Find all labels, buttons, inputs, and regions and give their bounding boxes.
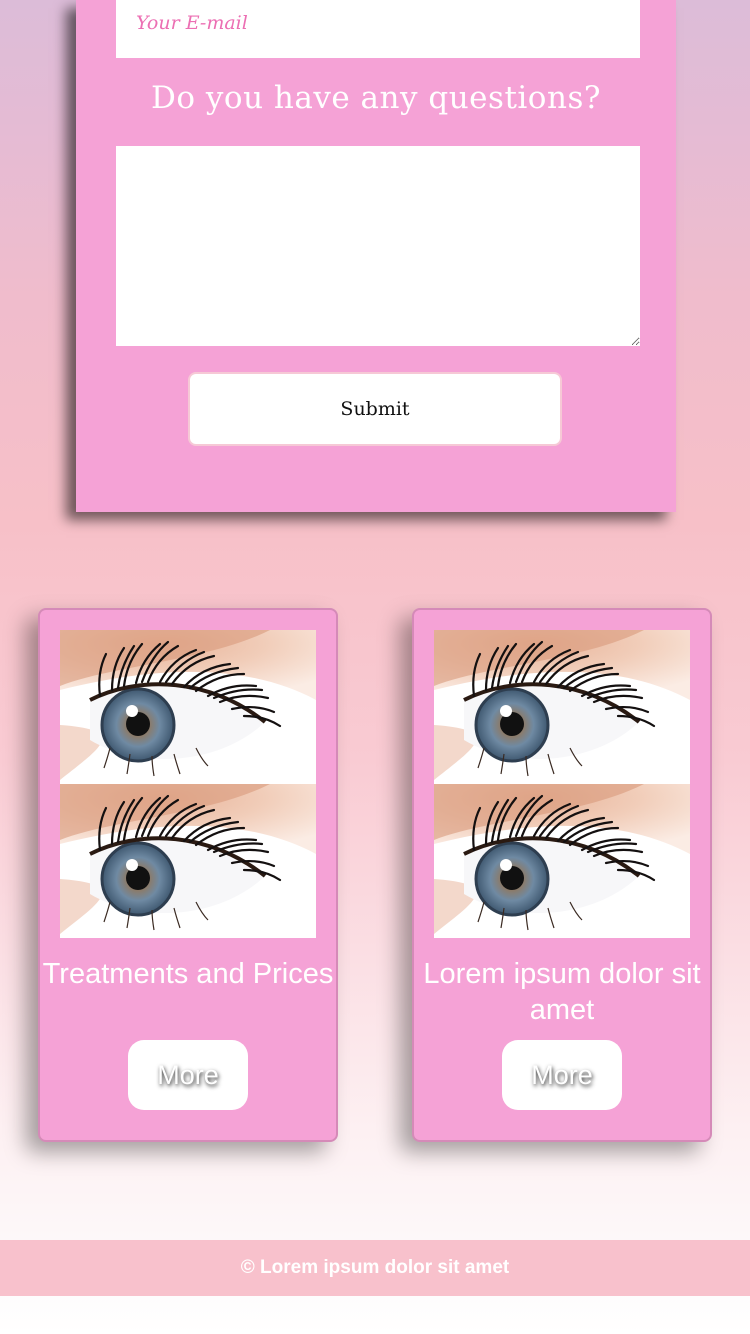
eyelash-eye-photo <box>434 630 690 938</box>
more-button[interactable]: More <box>502 1040 622 1110</box>
card-title: Treatments and Prices <box>42 958 334 990</box>
question-textarea[interactable] <box>116 146 640 346</box>
footer: © Lorem ipsum dolor sit amet <box>0 1240 750 1296</box>
footer-copyright: © Lorem ipsum dolor sit amet <box>240 1257 510 1278</box>
card-title: Lorem ipsum dolor sit amet <box>423 958 701 1026</box>
eye-photo-tile <box>60 630 316 784</box>
card-treatments: Treatments and Prices More <box>38 608 338 1142</box>
email-input[interactable] <box>116 0 640 58</box>
eye-photo-tile <box>60 784 316 938</box>
card-lorem: Lorem ipsum dolor sit amet More <box>412 608 712 1142</box>
eye-photo-tile <box>434 784 690 938</box>
eyelash-eye-photo <box>60 630 316 938</box>
contact-form-panel: Do you have any questions? Submit <box>76 0 676 512</box>
questions-heading: Do you have any questions? <box>151 80 601 116</box>
more-button[interactable]: More <box>128 1040 248 1110</box>
submit-button[interactable]: Submit <box>188 372 562 446</box>
eye-photo-tile <box>434 630 690 784</box>
